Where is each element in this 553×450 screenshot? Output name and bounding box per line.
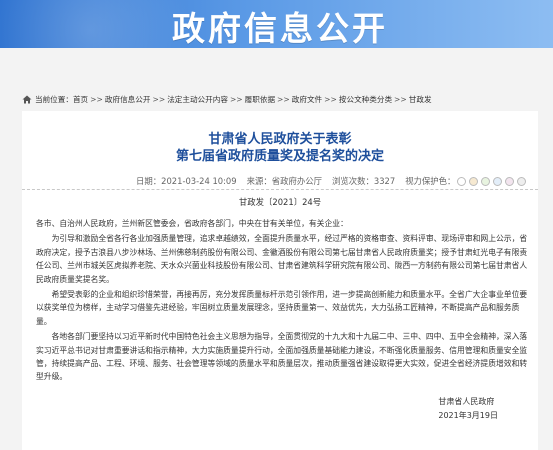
breadcrumb-prefix: 当前位置： [35, 94, 73, 104]
breadcrumb: 当前位置： 首页 >> 政府信息公开 >> 法定主动公开内容 >> 履职依据 >… [22, 92, 432, 106]
view-count: 浏览次数： 3327 [332, 175, 395, 187]
article-card: 甘肃省人民政府关于表彰 第七届省政府质量奖及提名奖的决定 日期： 2021-03… [22, 111, 538, 450]
color-swatch-gray[interactable] [517, 176, 527, 186]
breadcrumb-separator: >> [152, 94, 166, 104]
breadcrumb-separator: >> [90, 94, 103, 104]
breadcrumb-item-basis[interactable]: 履职依据 [245, 94, 275, 105]
breadcrumb-item-gov-docs[interactable]: 政府文件 [292, 94, 322, 105]
home-icon [22, 95, 32, 103]
breadcrumb-separator: >> [229, 94, 243, 104]
source-label: 来源： [246, 176, 272, 186]
color-swatch-beige[interactable] [469, 176, 479, 186]
sign-date: 2021年3月19日 [438, 411, 498, 420]
paragraph-2: 希望受表彰的企业和组织珍惜荣誉，再接再厉，充分发挥质量标杆示范引领作用，进一步提… [36, 290, 528, 326]
banner-title: 政府信息公开 [172, 9, 388, 48]
salutation: 各市、自治州人民政府，兰州新区管委会，省政府各部门，中央在甘有关单位，有关企业： [36, 219, 348, 228]
breadcrumb-separator: >> [324, 94, 337, 104]
views-value: 3327 [373, 176, 396, 186]
header-banner: 政府信息公开 [0, 0, 553, 48]
breadcrumb-separator: >> [394, 94, 407, 104]
source-value: 省政府办公厅 [271, 176, 322, 186]
color-swatch-green[interactable] [481, 176, 491, 186]
color-swatch-white[interactable] [457, 176, 467, 186]
article-meta: 日期： 2021-03-24 10:09 来源： 省政府办公厅 浏览次数： 33… [136, 175, 536, 187]
breadcrumb-separator: >> [277, 94, 290, 104]
color-swatch-blue[interactable] [493, 176, 503, 186]
date-label: 日期： [136, 176, 162, 186]
breadcrumb-item-by-type[interactable]: 按公文种类分类 [339, 94, 392, 105]
date-value: 2021-03-24 10:09 [161, 176, 237, 186]
paragraph-1: 为引导和激励全省各行各业加强质量管理，追求卓越绩效，全面提升质量水平，经过严格的… [36, 234, 528, 284]
publish-date: 日期： 2021-03-24 10:09 [136, 175, 237, 187]
signature: 甘肃省人民政府 [438, 397, 495, 406]
breadcrumb-item-gan-zheng-fa[interactable]: 甘政发 [409, 94, 432, 105]
meta-divider [22, 189, 538, 190]
article-body: 各市、自治州人民政府，兰州新区管委会，省政府各部门，中央在甘有关单位，有关企业：… [36, 217, 528, 384]
breadcrumb-item-home[interactable]: 首页 [73, 94, 88, 105]
breadcrumb-item-statutory[interactable]: 法定主动公开内容 [167, 94, 228, 105]
signature-block: 甘肃省人民政府 2021年3月19日 [438, 395, 498, 423]
views-label: 浏览次数： [331, 176, 374, 186]
eye-protection-colors: 视力保护色： [405, 175, 527, 187]
color-label: 视力保护色： [405, 176, 456, 186]
color-swatch-pink[interactable] [505, 176, 515, 186]
paragraph-3: 各地各部门要坚持以习近平新时代中国特色社会主义思想为指导，全面贯彻党的十九大和十… [36, 332, 528, 382]
document-number: 甘政发〔2021〕24号 [238, 197, 322, 207]
source: 来源： 省政府办公厅 [247, 175, 322, 187]
color-swatches [457, 176, 527, 186]
breadcrumb-item-gov-info[interactable]: 政府信息公开 [105, 94, 151, 105]
article-title-line2: 第七届省政府质量奖及提名奖的决定 [175, 149, 384, 164]
